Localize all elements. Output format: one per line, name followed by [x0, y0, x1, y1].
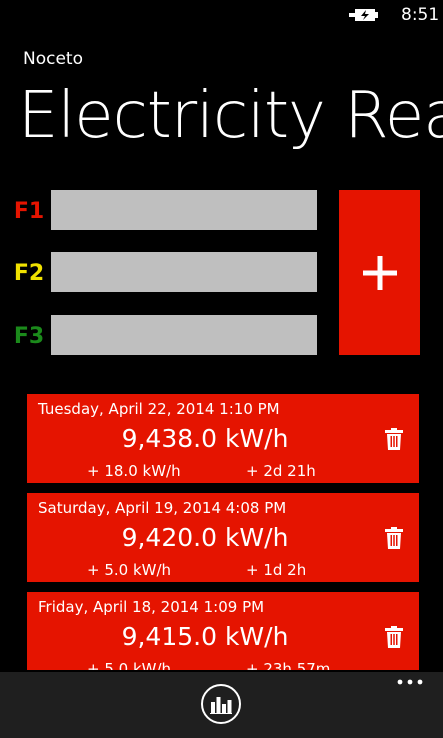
reading-delta: + 18.0 kW/h [87, 462, 181, 480]
app-bar [0, 672, 443, 738]
reading-elapsed: + 23h 57m [246, 660, 331, 670]
app-name: Noceto [23, 49, 83, 69]
reading-card[interactable]: Tuesday, April 22, 2014 1:10 PM 9,438.0 … [27, 394, 419, 483]
status-time: 8:51 [401, 5, 440, 25]
f3-input[interactable] [51, 315, 317, 355]
bar-chart-icon [210, 697, 232, 714]
reading-date: Saturday, April 19, 2014 4:08 PM [38, 499, 287, 517]
reading-card[interactable]: Saturday, April 19, 2014 4:08 PM 9,420.0… [27, 493, 419, 582]
reading-value: 9,420.0 kW/h [121, 523, 289, 552]
more-dots-icon[interactable] [397, 676, 423, 688]
reading-date: Friday, April 18, 2014 1:09 PM [38, 598, 265, 616]
battery-charging-icon [349, 9, 378, 21]
reading-card[interactable]: Friday, April 18, 2014 1:09 PM 9,415.0 k… [27, 592, 419, 670]
f1-input[interactable] [51, 190, 317, 230]
f2-input[interactable] [51, 252, 317, 292]
reading-delta: + 5.0 kW/h [87, 660, 172, 670]
page-title: Electricity Reading [18, 79, 443, 153]
trash-icon[interactable] [385, 428, 403, 450]
chart-button[interactable] [201, 684, 241, 724]
add-reading-button[interactable] [339, 190, 420, 355]
f3-label: F3 [13, 324, 45, 349]
plus-icon [362, 255, 397, 290]
reading-value: 9,415.0 kW/h [121, 622, 289, 651]
status-bar: 8:51 [0, 0, 443, 30]
f1-label: F1 [13, 199, 45, 224]
reading-elapsed: + 2d 21h [246, 462, 316, 480]
reading-elapsed: + 1d 2h [246, 561, 307, 579]
reading-date: Tuesday, April 22, 2014 1:10 PM [38, 400, 280, 418]
trash-icon[interactable] [385, 626, 403, 648]
reading-value: 9,438.0 kW/h [121, 424, 289, 453]
trash-icon[interactable] [385, 527, 403, 549]
reading-delta: + 5.0 kW/h [87, 561, 172, 579]
f2-label: F2 [13, 261, 45, 286]
readings-list[interactable]: Tuesday, April 22, 2014 1:10 PM 9,438.0 … [27, 394, 419, 670]
